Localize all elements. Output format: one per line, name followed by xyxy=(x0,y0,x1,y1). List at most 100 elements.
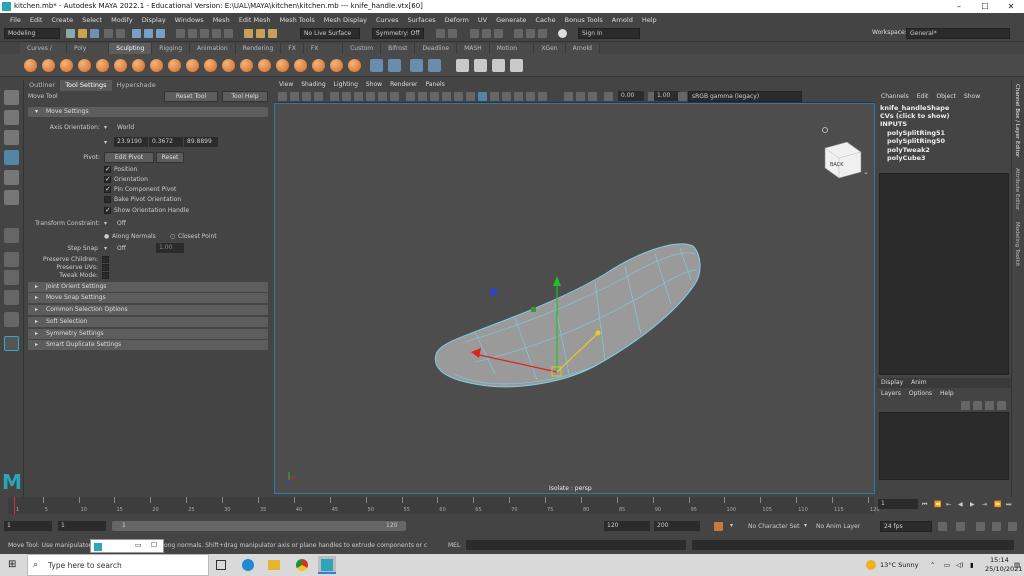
ambient-occlusion-icon[interactable] xyxy=(502,92,511,101)
view-cube-home-icon[interactable] xyxy=(822,127,828,133)
anim-layer-arrow-icon[interactable]: ▾ xyxy=(804,522,807,529)
shelf-tab-mash[interactable]: MASH xyxy=(457,43,490,54)
menu-create[interactable]: Create xyxy=(51,16,73,24)
menu-mesh-tools[interactable]: Mesh Tools xyxy=(280,16,315,24)
menu-select[interactable]: Select xyxy=(82,16,102,24)
mel-input[interactable] xyxy=(466,540,686,550)
gate-mask-icon[interactable] xyxy=(366,92,375,101)
menu-uv[interactable]: UV xyxy=(478,16,487,24)
shelf-tab-fx[interactable]: FX xyxy=(281,43,304,54)
edit-pivot-button[interactable]: Edit Pivot xyxy=(104,152,154,163)
floating-window-tab[interactable]: ▭ ☐ xyxy=(90,539,164,553)
single-perspective-layout-icon[interactable] xyxy=(4,228,19,243)
scale-tool-icon[interactable] xyxy=(4,190,19,205)
edge-browser-icon[interactable] xyxy=(242,559,254,571)
chrome-browser-icon[interactable] xyxy=(296,559,308,571)
move-tool-icon[interactable] xyxy=(4,150,19,165)
move-layer-down-icon[interactable] xyxy=(973,401,982,410)
sculpt-icon[interactable] xyxy=(482,29,491,38)
menu-curves[interactable]: Curves xyxy=(376,16,399,24)
channels-menu[interactable]: Channels xyxy=(881,92,909,102)
character-set-arrow-icon[interactable]: ▾ xyxy=(730,522,733,529)
step-back-icon[interactable]: ⏪ xyxy=(934,501,941,508)
persp-graph-layout-icon[interactable] xyxy=(4,290,19,305)
side-tab-channel-box[interactable]: Channel Box / Layer Editor xyxy=(1014,84,1020,157)
bake-pivot-orientation-checkbox[interactable] xyxy=(104,196,111,203)
foamy-brush-icon[interactable] xyxy=(132,59,145,72)
shelf-tab-deadline[interactable]: Deadline xyxy=(415,43,458,54)
film-gate-icon[interactable] xyxy=(342,92,351,101)
channel-box-toggle-icon[interactable] xyxy=(514,29,523,38)
axis-value-y[interactable]: 0.3672 xyxy=(149,137,183,147)
snap-view-icon[interactable] xyxy=(212,29,221,38)
shape-editor-icon[interactable] xyxy=(428,59,441,72)
relax-brush-icon[interactable] xyxy=(60,59,73,72)
safe-action-icon[interactable] xyxy=(390,92,399,101)
freeze-brush-icon[interactable] xyxy=(330,59,343,72)
live-surface-field[interactable]: No Live Surface xyxy=(300,28,360,39)
animation-start-field[interactable]: 1 xyxy=(4,521,52,531)
input-ops-icon[interactable] xyxy=(436,29,445,38)
grid-icon[interactable] xyxy=(330,92,339,101)
input-node-polycube3[interactable]: polyCube3 xyxy=(887,154,926,162)
axis-value-z[interactable]: 89.8899 xyxy=(184,137,218,147)
xray-joints-icon[interactable] xyxy=(490,92,499,101)
bookmark-icon[interactable] xyxy=(290,92,299,101)
fps-dropdown[interactable]: 24 fps xyxy=(880,521,932,532)
volume-icon[interactable]: ◁) xyxy=(956,561,964,569)
move-settings-section[interactable]: Move Settings xyxy=(28,107,268,117)
menu-deform[interactable]: Deform xyxy=(445,16,469,24)
shelf-tab-custom[interactable]: Custom xyxy=(343,43,382,54)
imprint-brush-icon[interactable] xyxy=(186,59,199,72)
symmetry-settings-section[interactable]: Symmetry Settings xyxy=(28,329,268,339)
spray-brush-icon[interactable] xyxy=(150,59,163,72)
axis-dropdown-arrow-icon[interactable]: ▾ xyxy=(104,124,107,131)
show-menu[interactable]: Show xyxy=(964,92,980,102)
floating-close-icon[interactable]: ☐ xyxy=(151,541,157,549)
current-frame-field[interactable]: 1 xyxy=(878,499,918,509)
tab-tool-settings[interactable]: Tool Settings xyxy=(60,80,112,91)
character-set-label[interactable]: No Character Set xyxy=(748,523,799,530)
file-explorer-icon[interactable] xyxy=(268,560,280,570)
render-icon[interactable] xyxy=(256,29,265,38)
windows-start-icon[interactable]: ⊞ xyxy=(8,559,16,570)
tab-anim[interactable]: Anim xyxy=(911,378,926,388)
wireframe-on-shaded-icon[interactable] xyxy=(430,92,439,101)
input-node-polysplitring51[interactable]: polySplitRing51 xyxy=(887,129,945,137)
cvs-toggle[interactable]: CVs (click to show) xyxy=(880,112,949,120)
viewport-menu-show[interactable]: Show xyxy=(366,80,382,90)
knife-brush-icon[interactable] xyxy=(258,59,271,72)
range-bar[interactable]: 1 120 xyxy=(112,521,406,531)
image-plane-icon[interactable] xyxy=(302,92,311,101)
symmetry-dropdown[interactable]: Symmetry: Off xyxy=(372,28,424,39)
shelf-tab-rendering[interactable]: Rendering xyxy=(235,43,282,54)
help-menu[interactable]: Help xyxy=(940,389,954,399)
move-z-handle-dot[interactable] xyxy=(595,330,601,336)
modeling-toolkit-icon[interactable] xyxy=(470,29,479,38)
orientation-checkbox[interactable] xyxy=(104,175,111,183)
move-snap-settings-section[interactable]: Move Snap Settings xyxy=(28,293,268,303)
construction-history-icon[interactable] xyxy=(448,29,457,38)
sync-icon[interactable] xyxy=(976,522,985,531)
grab-brush-icon[interactable] xyxy=(78,59,91,72)
texture-deformer-icon[interactable] xyxy=(510,59,523,72)
shelf-tab-animation[interactable]: Animation xyxy=(190,43,236,54)
convert-freeze-icon[interactable] xyxy=(370,59,383,72)
shelf-tab-curves-surfaces[interactable]: Curves / Surfaces xyxy=(20,43,67,63)
depth-of-field-icon[interactable] xyxy=(538,92,547,101)
network-icon[interactable]: ▭ xyxy=(944,561,950,569)
snap-curve-icon[interactable] xyxy=(188,29,197,38)
tool-settings-toggle-icon[interactable] xyxy=(538,29,547,38)
move-plane-handle[interactable] xyxy=(531,307,536,312)
color-space-dropdown[interactable]: sRGB gamma (legacy) xyxy=(688,91,802,102)
fill-brush-icon[interactable] xyxy=(240,59,253,72)
constraint-dropdown-arrow-icon[interactable]: ▾ xyxy=(104,220,107,227)
preserve-children-checkbox[interactable] xyxy=(102,256,109,263)
show-orientation-handle-checkbox[interactable] xyxy=(104,206,111,214)
layers-menu[interactable]: Layers xyxy=(881,389,901,399)
shelf-tab-fx-caching[interactable]: FX Caching xyxy=(303,43,344,63)
tool-help-button[interactable]: Tool Help xyxy=(222,91,268,102)
along-normals-radio-icon[interactable]: ● xyxy=(104,233,109,240)
sign-in-dropdown[interactable]: Sign In xyxy=(578,28,640,39)
shelf-tab-xgen[interactable]: XGen xyxy=(534,43,566,54)
